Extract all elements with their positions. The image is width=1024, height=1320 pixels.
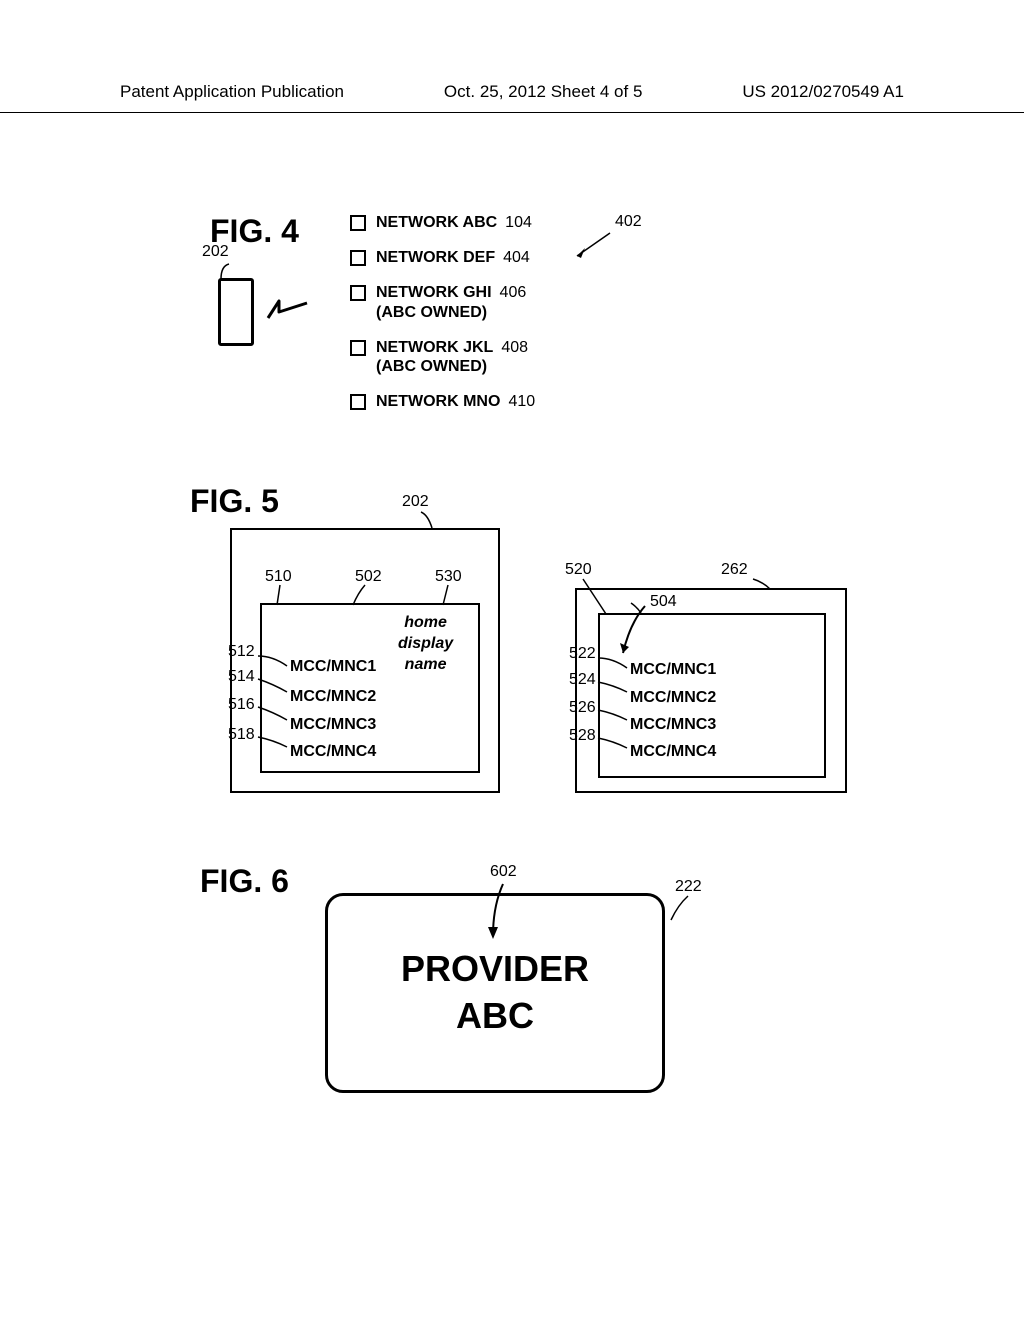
- leader-line-524: [595, 679, 630, 694]
- checkbox-icon: [350, 285, 366, 301]
- ref-202: 202: [402, 493, 429, 511]
- home-display-name-label: home display name: [398, 613, 453, 675]
- ref-516: 516: [228, 696, 255, 714]
- ref-526: 526: [569, 699, 596, 717]
- list-item: MCC/MNC4: [290, 743, 376, 761]
- leader-line-528: [595, 735, 630, 750]
- list-item: MCC/MNC2: [290, 688, 376, 706]
- checkbox-icon: [350, 250, 366, 266]
- ref-410: 410: [508, 393, 535, 410]
- ref-404: 404: [503, 249, 530, 266]
- provider-text: PROVIDER ABC: [401, 946, 589, 1040]
- fig6-label: FIG. 6: [200, 863, 289, 900]
- figure-5: FIG. 5 202 510 502 530 home display name…: [120, 483, 904, 833]
- ref-104: 104: [505, 214, 532, 231]
- ref-262: 262: [721, 561, 748, 579]
- list-item: MCC/MNC3: [630, 716, 716, 734]
- ref-518: 518: [228, 726, 255, 744]
- header-right: US 2012/0270549 A1: [742, 82, 904, 102]
- leader-line-202: [418, 510, 438, 530]
- list-item: MCC/MNC4: [630, 743, 716, 761]
- checkbox-icon: [350, 340, 366, 356]
- header-left: Patent Application Publication: [120, 82, 344, 102]
- ref-512: 512: [228, 643, 255, 661]
- ref-406: 406: [500, 284, 527, 301]
- network-label: NETWORK DEF404: [376, 248, 530, 267]
- network-label: NETWORK MNO410: [376, 392, 535, 411]
- display-box: PROVIDER ABC: [325, 893, 665, 1093]
- network-item: NETWORK DEF404: [350, 248, 535, 267]
- checkbox-icon: [350, 394, 366, 410]
- ref-602: 602: [490, 863, 517, 881]
- ref-402: 402: [615, 213, 642, 231]
- list-item: MCC/MNC2: [630, 689, 716, 707]
- network-label: NETWORK ABC104: [376, 213, 532, 232]
- leader-line-526: [595, 707, 630, 722]
- network-label: NETWORK GHI406(ABC OWNED): [376, 283, 526, 321]
- ref-522: 522: [569, 645, 596, 663]
- leader-line-402: [575, 228, 615, 258]
- phone-icon: [218, 278, 254, 346]
- ref-514: 514: [228, 668, 255, 686]
- leader-line-520: [580, 576, 610, 616]
- ref-504: 504: [650, 593, 677, 611]
- figure-6: FIG. 6 602 222 PROVIDER ABC: [120, 863, 904, 1123]
- header-center: Oct. 25, 2012 Sheet 4 of 5: [444, 82, 642, 102]
- leader-line-514: [255, 676, 290, 694]
- leader-line-512: [255, 653, 290, 668]
- ref-202: 202: [202, 243, 229, 261]
- ref-528: 528: [569, 727, 596, 745]
- list-item: MCC/MNC1: [630, 661, 716, 679]
- fig5-label: FIG. 5: [190, 483, 279, 520]
- ref-408: 408: [501, 339, 528, 356]
- leader-line-518: [255, 734, 290, 749]
- list-item: MCC/MNC1: [290, 658, 376, 676]
- network-item: NETWORK GHI406(ABC OWNED): [350, 283, 535, 321]
- page-header: Patent Application Publication Oct. 25, …: [0, 0, 1024, 113]
- network-label: NETWORK JKL408(ABC OWNED): [376, 338, 528, 376]
- leader-line-516: [255, 704, 290, 722]
- network-item: NETWORK JKL408(ABC OWNED): [350, 338, 535, 376]
- network-item: NETWORK MNO410: [350, 392, 535, 411]
- list-item: MCC/MNC3: [290, 716, 376, 734]
- network-list: NETWORK ABC104 NETWORK DEF404 NETWORK GH…: [350, 213, 535, 427]
- leader-line-222: [668, 893, 693, 923]
- network-item: NETWORK ABC104: [350, 213, 535, 232]
- checkbox-icon: [350, 215, 366, 231]
- signal-icon: [265, 298, 310, 323]
- figure-4: FIG. 4 202 NETWORK ABC104 NETWORK DEF404…: [120, 213, 904, 453]
- ref-524: 524: [569, 671, 596, 689]
- leader-line-504b: [629, 601, 644, 616]
- leader-line-522: [595, 655, 630, 670]
